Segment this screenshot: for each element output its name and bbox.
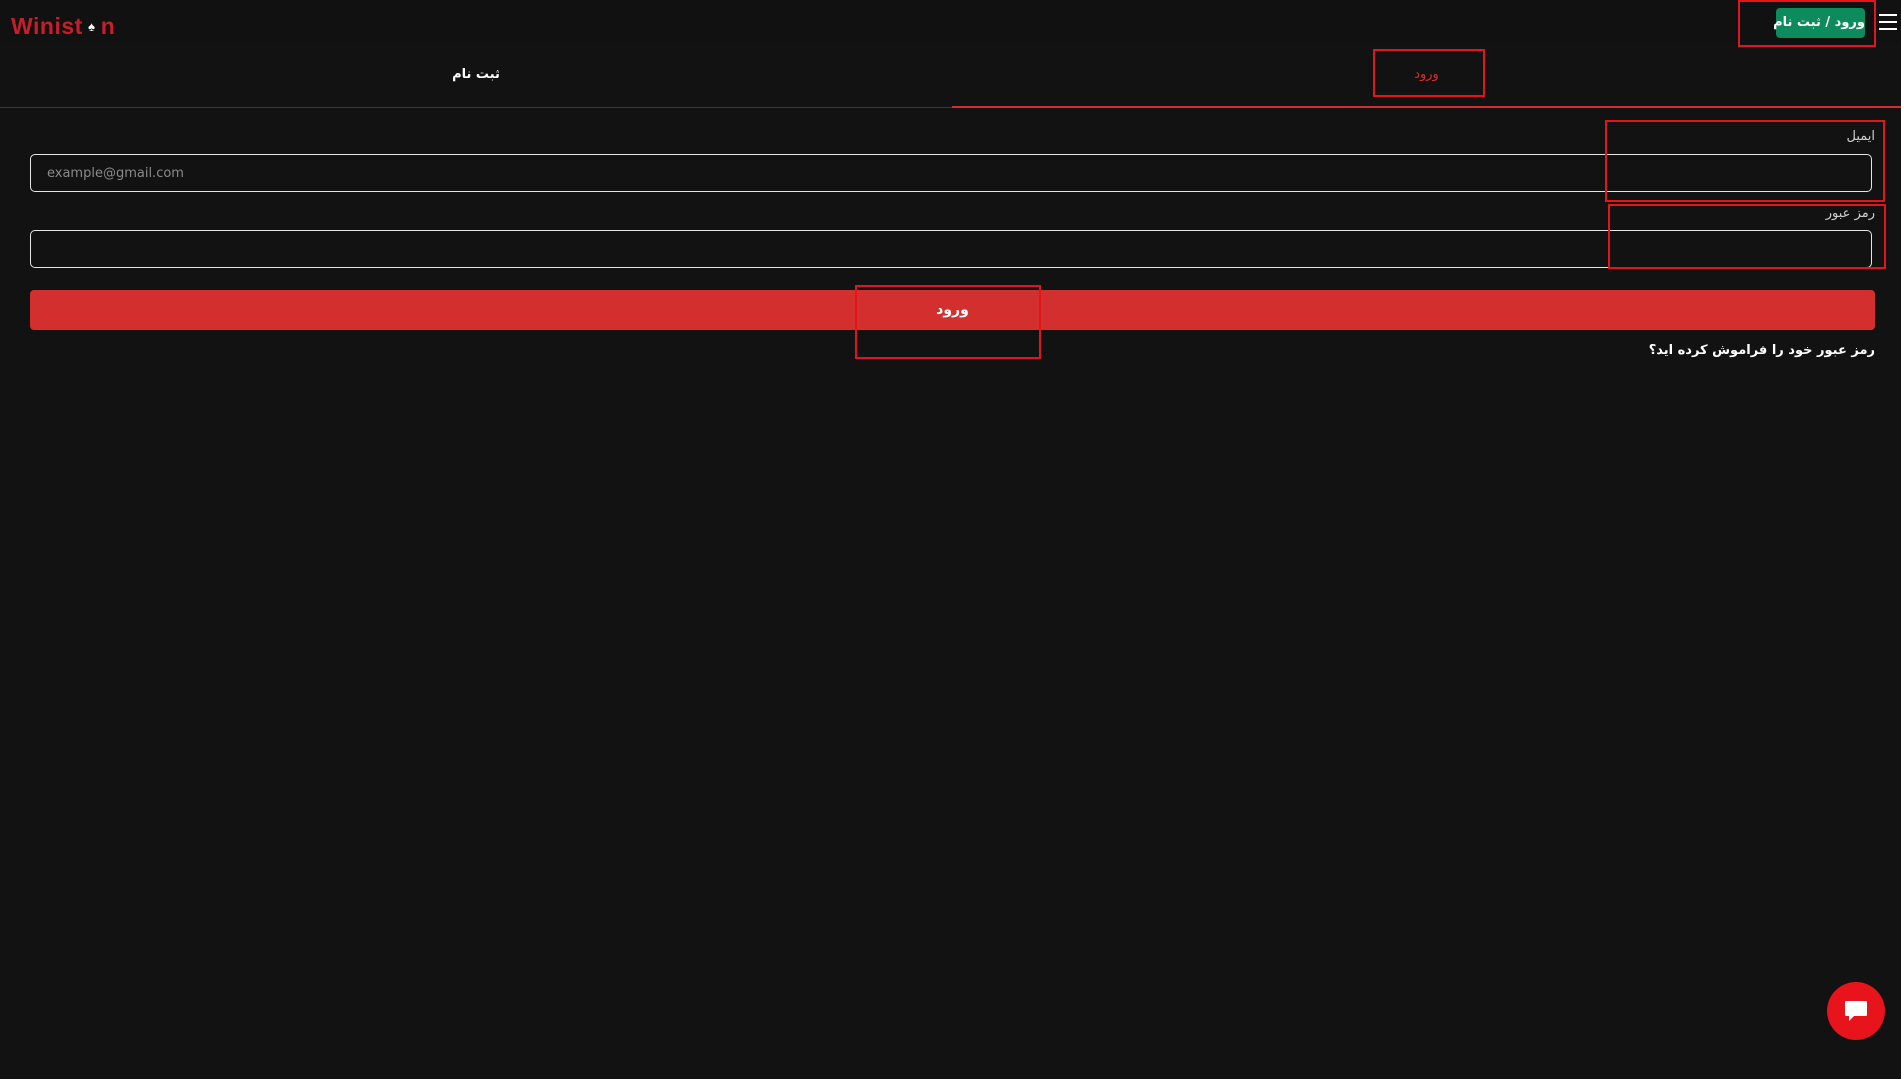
login-register-button[interactable]: ورود / ثبت نام bbox=[1773, 8, 1865, 38]
spade-icon: ♠ bbox=[88, 19, 96, 34]
login-page: Winist ♠ n ورود / ثبت نام ثبت نام ورود ایم… bbox=[0, 0, 1901, 1079]
login-submit-button[interactable]: ورود bbox=[30, 290, 1875, 330]
logo-text-end: n bbox=[100, 13, 116, 39]
auth-tabs: ثبت نام ورود bbox=[0, 46, 1901, 108]
chat-bubble-icon bbox=[1845, 1001, 1867, 1021]
chat-button[interactable] bbox=[1827, 982, 1885, 1040]
email-label: ایمیل bbox=[1846, 129, 1875, 144]
password-input[interactable] bbox=[30, 230, 1872, 268]
menu-icon-bar bbox=[1879, 14, 1897, 16]
tab-register[interactable]: ثبت نام bbox=[0, 46, 952, 107]
tab-login[interactable]: ورود bbox=[952, 46, 1901, 108]
hamburger-menu-icon[interactable] bbox=[1879, 14, 1897, 32]
top-header: Winist ♠ n ورود / ثبت نام bbox=[0, 0, 1901, 46]
menu-icon-bar bbox=[1879, 28, 1897, 30]
menu-icon-bar bbox=[1879, 21, 1897, 23]
site-logo[interactable]: Winist ♠ n bbox=[11, 12, 115, 41]
logo-text-start: Winist bbox=[11, 13, 83, 39]
forgot-password-link[interactable]: رمز عبور خود را فراموش کرده اید؟ bbox=[1649, 343, 1875, 358]
email-input[interactable] bbox=[30, 154, 1872, 192]
password-label: رمز عبور bbox=[1825, 206, 1875, 221]
